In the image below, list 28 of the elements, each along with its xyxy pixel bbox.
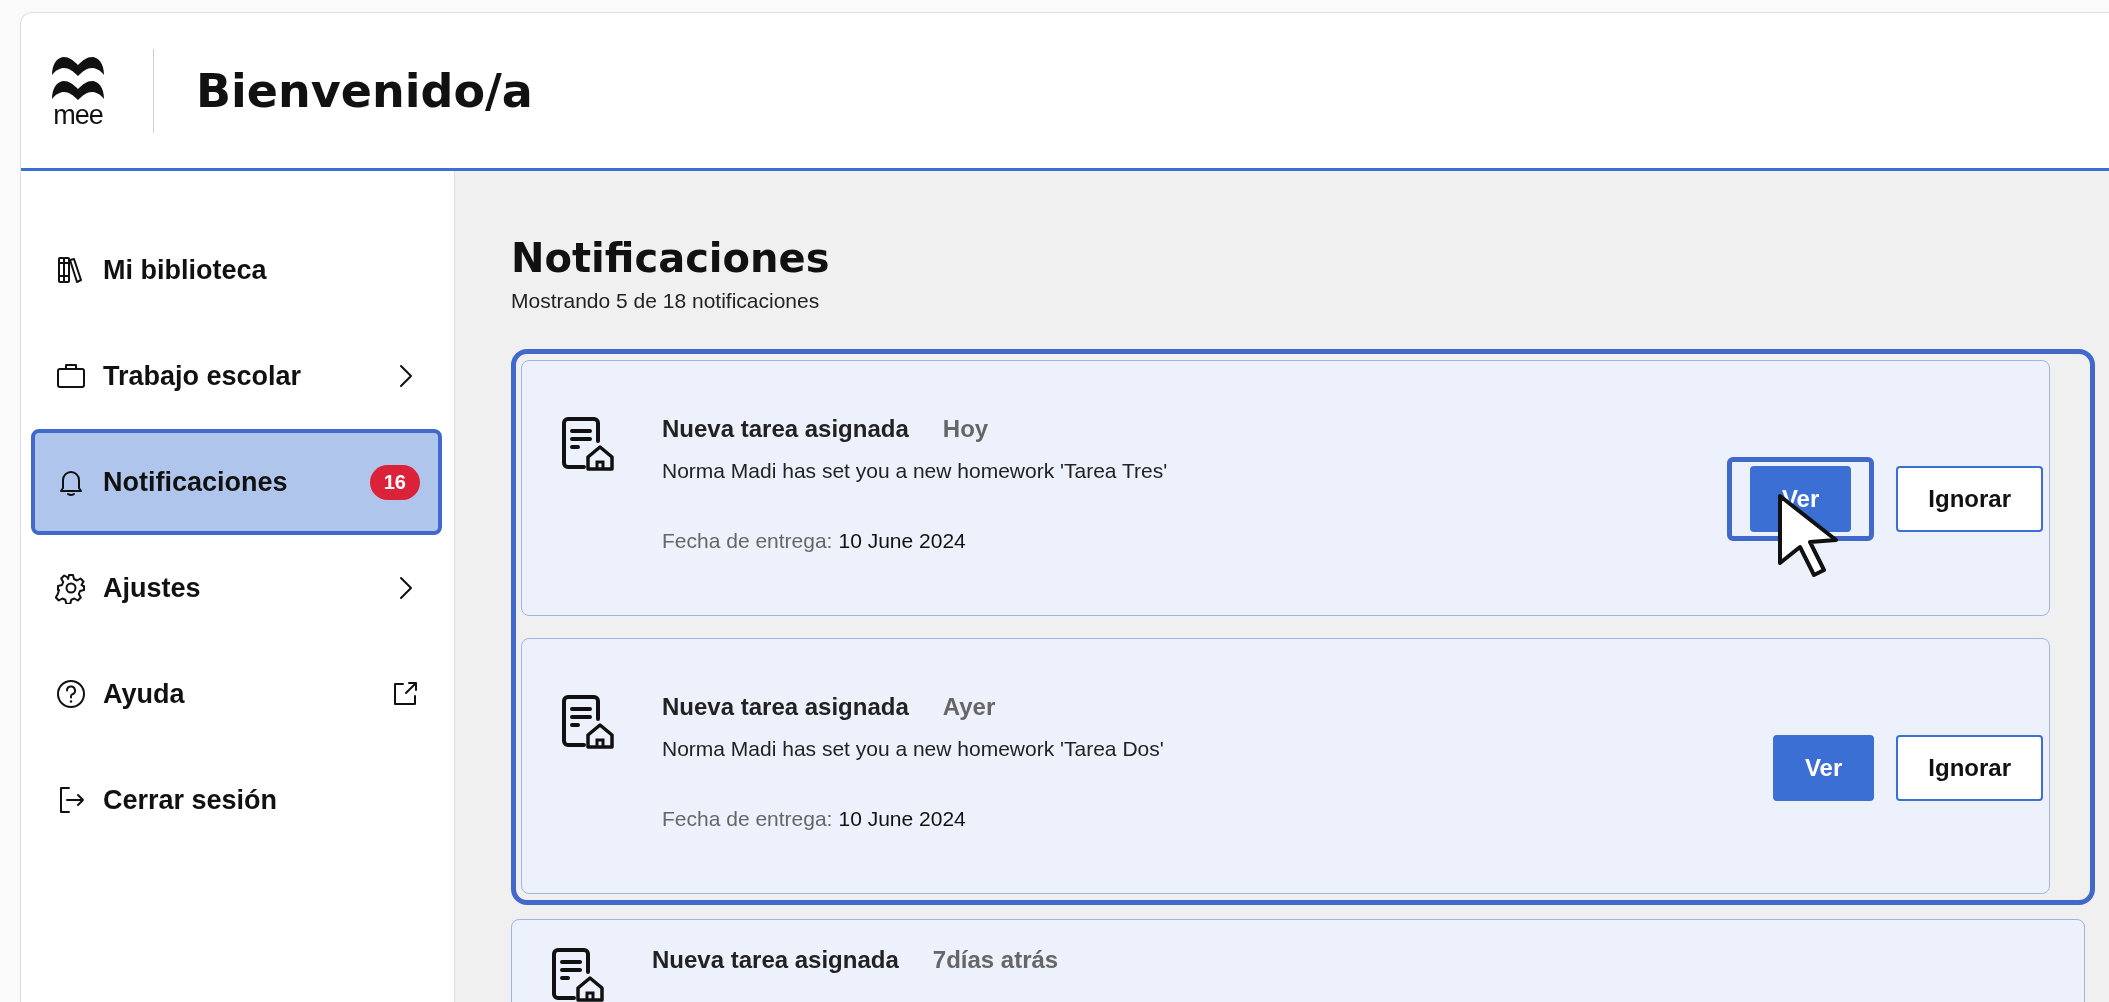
ignore-button[interactable]: Ignorar	[1896, 466, 2043, 532]
notification-title: Nueva tarea asignada	[662, 415, 909, 443]
notification-title: Nueva tarea asignada	[652, 946, 899, 974]
count-badge: 16	[369, 464, 420, 500]
notification-message: Norma Madi has set you a new homework 'Tarea Dos'	[662, 737, 1165, 761]
sidebar-item[interactable]: Trabajo escolar	[31, 323, 442, 429]
sidebar-item[interactable]: Ayuda	[31, 641, 442, 747]
due-date-label: Fecha de entrega:	[662, 807, 833, 831]
view-button[interactable]: Ver	[1772, 735, 1875, 801]
notification-time: Hoy	[942, 415, 989, 443]
due-date: 10 June 2024	[838, 807, 966, 831]
settings-icon	[55, 572, 87, 604]
notification-time: Ayer	[942, 693, 996, 721]
sidebar-item[interactable]: Notificaciones 16	[31, 429, 442, 535]
notification-title: Nueva tarea asignada	[662, 693, 909, 721]
logo-text: mee	[53, 102, 103, 127]
sidebar-item[interactable]: Ajustes	[31, 535, 442, 641]
ignore-button[interactable]: Ignorar	[1896, 735, 2043, 801]
due-date-label: Fecha de entrega:	[662, 529, 833, 553]
due-date: 10 June 2024	[838, 529, 966, 553]
sidebar-item[interactable]: Cerrar sesión	[31, 747, 442, 853]
help-icon	[55, 678, 87, 710]
notification-time: 7días atrás	[932, 946, 1059, 974]
notification-message: Norma Madi has set you a new homework 'Tarea Tres'	[662, 459, 1169, 483]
section-heading: Notificaciones	[511, 235, 831, 281]
result-count: Mostrando 5 de 18 notificaciones	[511, 289, 821, 313]
sidebar-item[interactable]: Mi biblioteca	[31, 217, 442, 323]
page-title: Bienvenido/a	[196, 63, 533, 118]
